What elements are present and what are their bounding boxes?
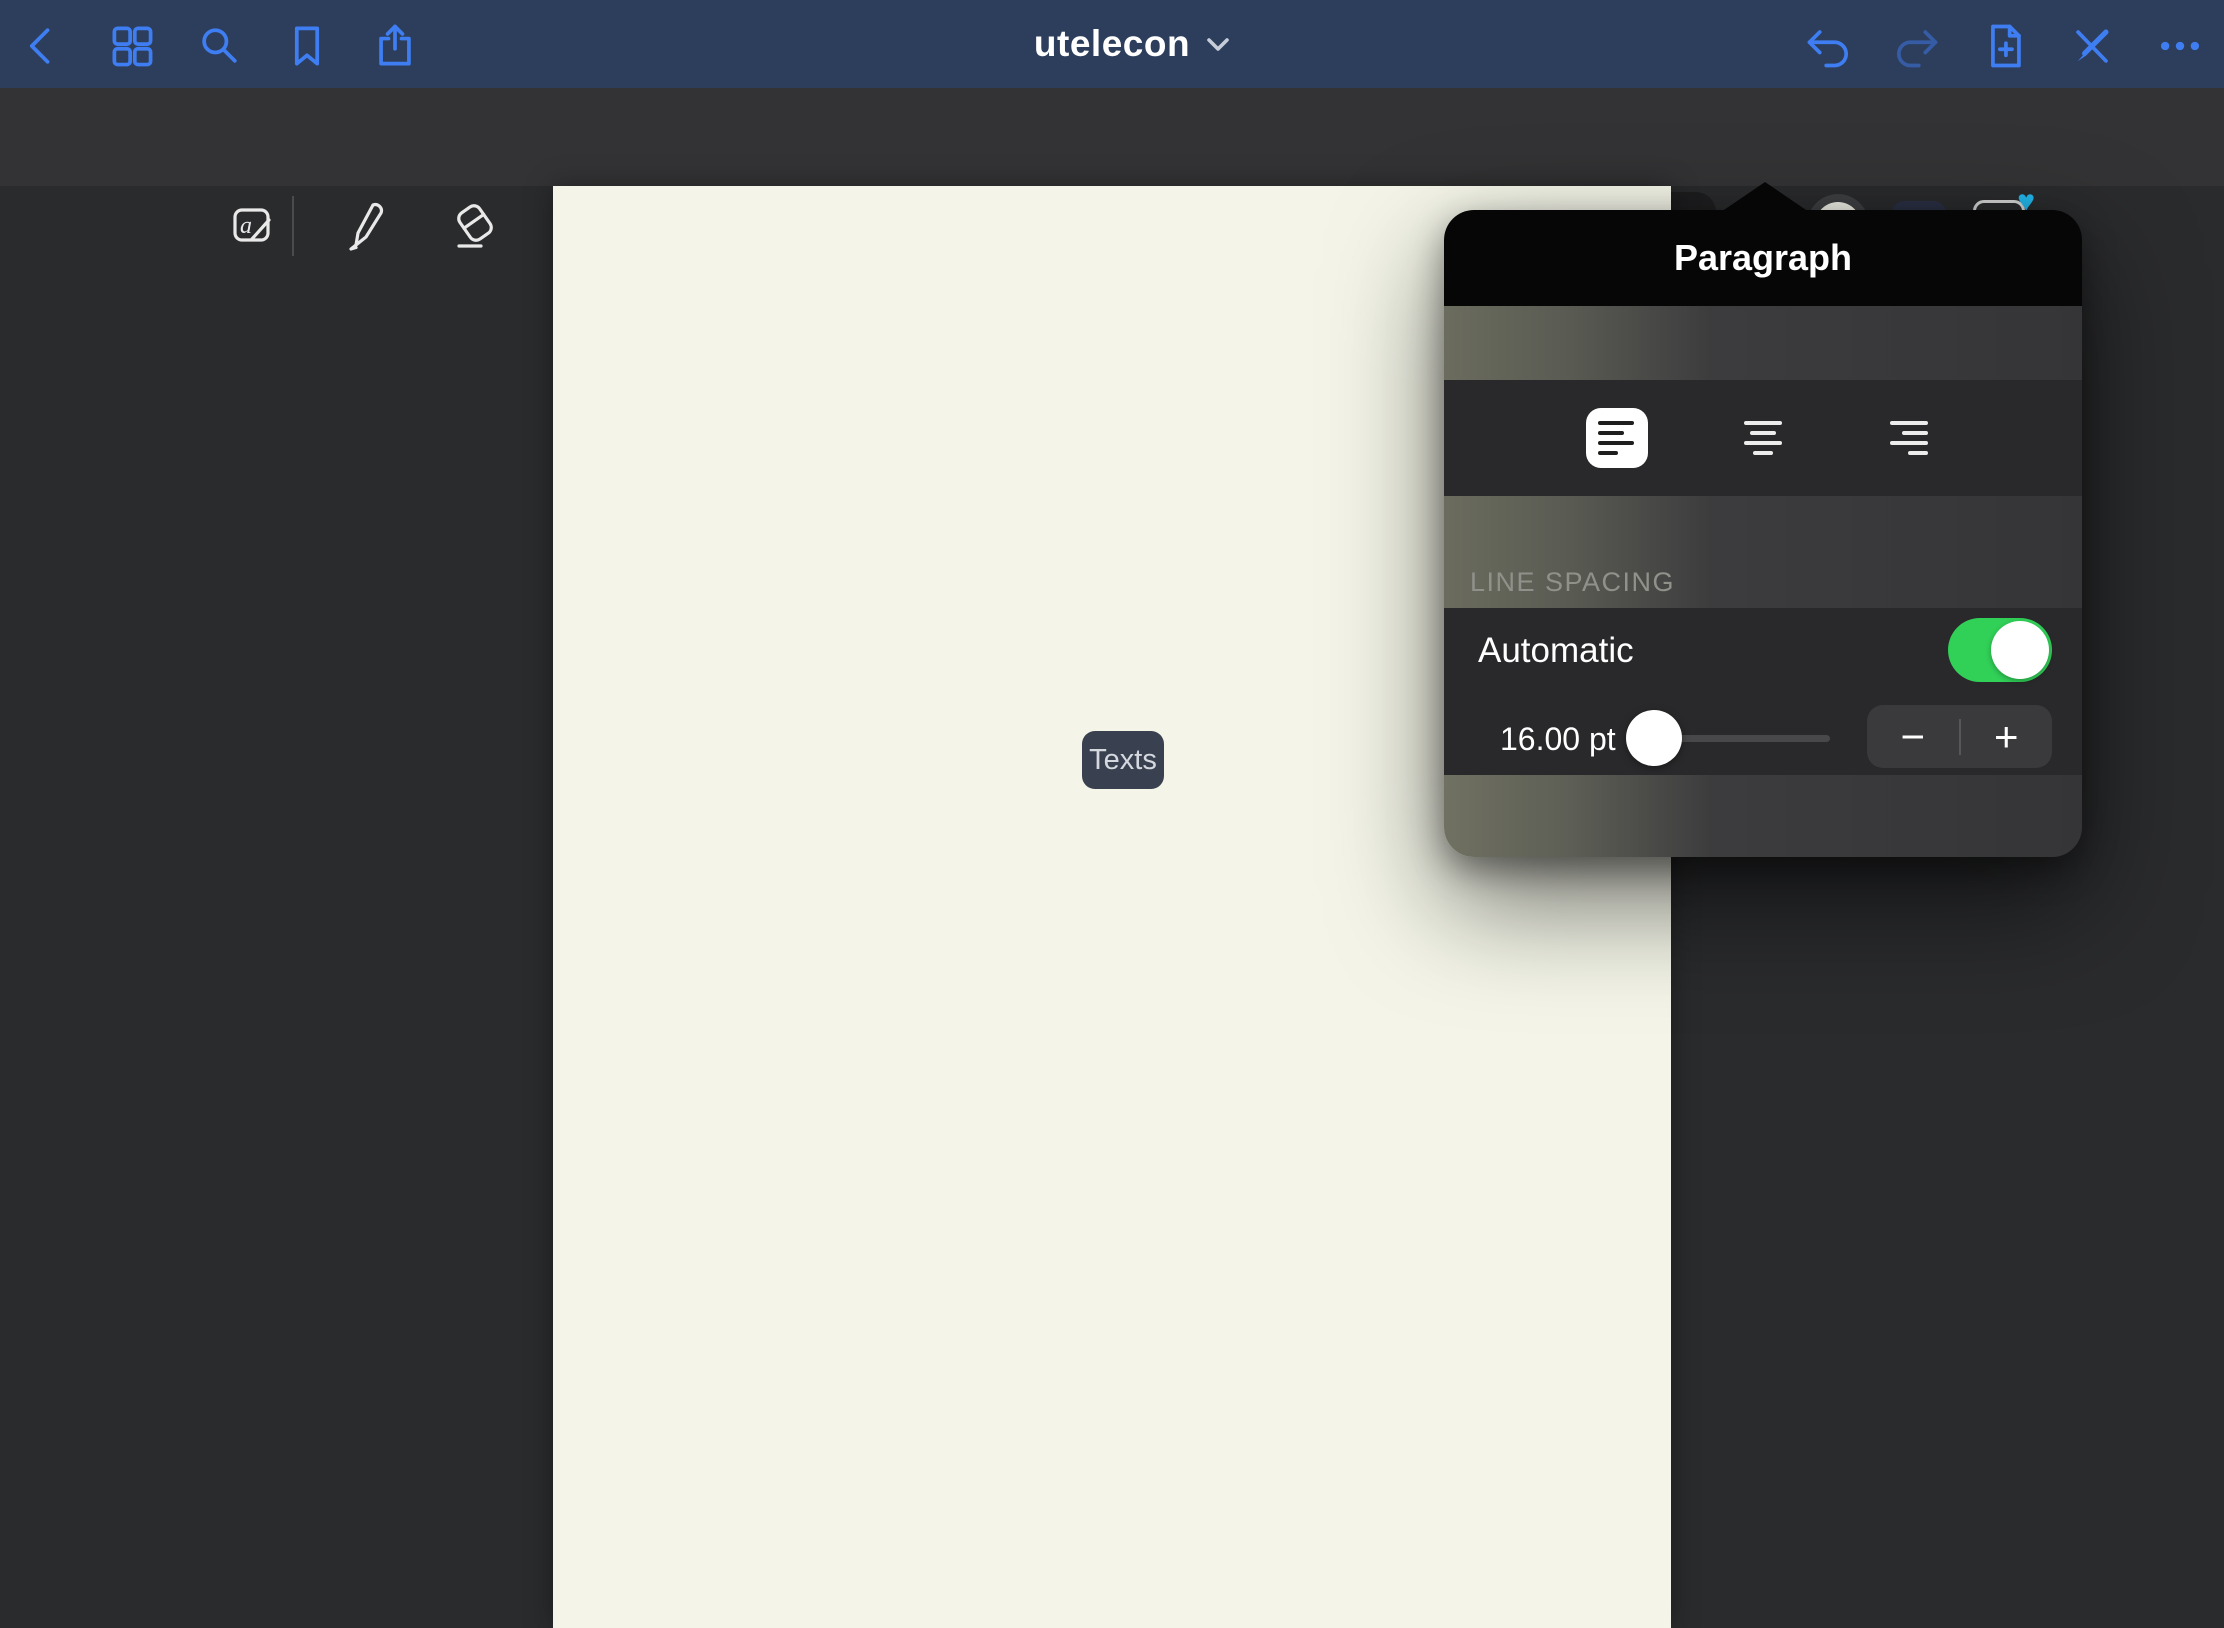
- pen-cross-icon: [2066, 20, 2118, 72]
- increase-button[interactable]: +: [1961, 705, 2053, 768]
- document-title-button[interactable]: utelecon: [962, 0, 1302, 88]
- line-spacing-controls: Automatic 16.00 pt − +: [1444, 608, 2082, 775]
- automatic-label: Automatic: [1478, 631, 1634, 671]
- paragraph-popover: Paragraph LINE SPACING Automatic 16.00 p…: [1444, 210, 2082, 857]
- pen-tool[interactable]: [336, 197, 392, 253]
- chevron-down-icon: [1206, 36, 1230, 52]
- add-page-icon: [1979, 20, 2031, 72]
- toolbar-divider: [292, 196, 294, 256]
- align-center-icon: [1744, 421, 1782, 455]
- bookmark-icon: [281, 20, 333, 72]
- align-left-option[interactable]: [1586, 408, 1648, 468]
- notes-app-window: utelecon a: [0, 0, 2224, 1628]
- navigation-bar: utelecon: [0, 0, 2224, 88]
- edit-toolbar: a: [0, 88, 2224, 186]
- share-button[interactable]: [367, 18, 423, 74]
- eraser-tool[interactable]: [447, 197, 503, 253]
- svg-text:a: a: [240, 213, 252, 239]
- decrease-button[interactable]: −: [1867, 705, 1959, 768]
- align-center-option[interactable]: [1732, 408, 1794, 468]
- alignment-row: [1444, 380, 2082, 496]
- convert-handwriting-icon: a: [224, 197, 280, 253]
- eraser-icon: [447, 197, 503, 253]
- redo-icon: [1890, 20, 1942, 72]
- align-right-option[interactable]: [1878, 408, 1940, 468]
- popover-blur-band: [1444, 775, 2082, 857]
- page-thumbnails-button[interactable]: [104, 18, 160, 74]
- popover-blur-band: LINE SPACING: [1444, 496, 2082, 608]
- redo-button[interactable]: [1888, 18, 1944, 74]
- back-button[interactable]: [14, 18, 70, 74]
- search-button[interactable]: [191, 18, 247, 74]
- popover-blur-band: [1444, 306, 2082, 380]
- reading-mode-button[interactable]: [2064, 18, 2120, 74]
- align-left-icon: [1598, 421, 1636, 455]
- text-object[interactable]: Texts: [1082, 731, 1164, 789]
- more-button[interactable]: [2152, 18, 2208, 74]
- grid-thumbnails-icon: [106, 20, 158, 72]
- align-right-icon: [1890, 421, 1928, 455]
- line-spacing-value: 16.00 pt: [1500, 721, 1616, 758]
- share-icon: [369, 20, 421, 72]
- popover-header: Paragraph: [1444, 210, 2082, 306]
- slider-thumb[interactable]: [1626, 710, 1682, 766]
- popover-arrow: [1721, 182, 1809, 212]
- line-spacing-section-label: LINE SPACING: [1470, 567, 1675, 598]
- convert-handwriting-tool[interactable]: a: [224, 197, 280, 253]
- search-icon: [193, 20, 245, 72]
- undo-button[interactable]: [1801, 18, 1857, 74]
- add-page-button[interactable]: [1977, 18, 2033, 74]
- line-spacing-stepper: − +: [1867, 705, 2052, 768]
- back-chevron-icon: [16, 20, 68, 72]
- undo-icon: [1803, 20, 1855, 72]
- popover-title: Paragraph: [1674, 237, 1852, 279]
- document-title: utelecon: [1034, 23, 1190, 65]
- automatic-toggle[interactable]: [1948, 618, 2052, 682]
- bookmark-button[interactable]: [279, 18, 335, 74]
- toggle-knob: [1991, 621, 2049, 679]
- line-spacing-slider[interactable]: [1630, 710, 1836, 766]
- pen-icon: [336, 197, 392, 253]
- ellipsis-icon: [2154, 20, 2206, 72]
